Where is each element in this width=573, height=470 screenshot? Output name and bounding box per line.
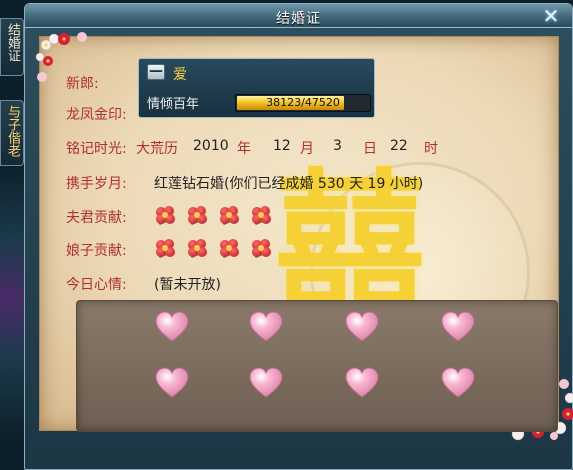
- heart-icon[interactable]: [441, 367, 475, 399]
- heart-icon[interactable]: [155, 311, 189, 343]
- side-tab-together[interactable]: 与子偕老: [0, 100, 24, 166]
- seal-title: 情倾百年: [147, 97, 200, 112]
- date-hour: 22: [390, 138, 408, 154]
- side-tab-label: 与子偕老: [5, 105, 20, 157]
- close-button[interactable]: ✕: [540, 6, 562, 26]
- seal-info-popup: — 爱 情倾百年 38123/47520: [138, 58, 375, 118]
- seal-progress-text: 38123/47520: [266, 96, 340, 109]
- heart-icon[interactable]: [249, 311, 283, 343]
- date-label: 铭记时光:: [66, 141, 127, 157]
- mood-value: (暂未开放): [154, 277, 221, 293]
- red-flower-icon: [154, 205, 176, 226]
- marriage-certificate-window: 结婚证 ✕ 囍 新郎: 龙凤金印: 铭记时光: 大荒历 2010 年 12 月 …: [24, 3, 573, 470]
- minus-icon: —: [149, 63, 163, 79]
- red-flower-icon: [218, 238, 240, 259]
- title-bar[interactable]: 结婚证 ✕: [25, 4, 572, 28]
- date-year-unit: 年: [237, 141, 251, 157]
- red-flower-icon: [186, 205, 208, 226]
- certificate-parchment: 囍 新郎: 龙凤金印: 铭记时光: 大荒历 2010 年 12 月 3 日 22…: [35, 32, 573, 441]
- heart-icon[interactable]: [345, 367, 379, 399]
- date-day-unit: 日: [363, 141, 377, 157]
- red-flower-icon: [218, 205, 240, 226]
- side-tab-certificate[interactable]: 结婚证: [0, 18, 24, 76]
- date-era: 大荒历: [136, 141, 178, 157]
- seal-label: 龙凤金印:: [66, 107, 127, 123]
- red-flower-icon: [186, 238, 208, 259]
- spouse-name: 爱: [173, 67, 187, 83]
- date-year: 2010: [193, 138, 229, 154]
- duration-label: 携手岁月:: [66, 176, 127, 192]
- heart-icon[interactable]: [345, 311, 379, 343]
- heart-icon[interactable]: [441, 311, 475, 343]
- side-tab-label: 结婚证: [5, 23, 20, 62]
- date-hour-unit: 时: [424, 141, 438, 157]
- wife-contribution-label: 娘子贡献:: [66, 243, 127, 259]
- date-day: 3: [333, 138, 342, 154]
- red-flower-icon: [250, 205, 272, 226]
- red-flower-icon: [250, 238, 272, 259]
- hearts-panel: [76, 300, 558, 432]
- close-icon: ✕: [542, 4, 560, 28]
- window-title: 结婚证: [276, 11, 321, 27]
- collapse-toggle-button[interactable]: —: [147, 64, 165, 80]
- date-month: 12: [273, 138, 291, 154]
- heart-icon[interactable]: [155, 367, 189, 399]
- husband-contribution-label: 夫君贡献:: [66, 210, 127, 226]
- duration-value: 红莲钻石婚(你们已经成婚 530 天 19 小时): [154, 176, 424, 192]
- date-month-unit: 月: [300, 141, 314, 157]
- seal-progress-bar: 38123/47520: [235, 94, 371, 112]
- groom-label: 新郎:: [66, 76, 99, 92]
- mood-label: 今日心情:: [66, 277, 127, 293]
- heart-icon[interactable]: [249, 367, 283, 399]
- red-flower-icon: [154, 238, 176, 259]
